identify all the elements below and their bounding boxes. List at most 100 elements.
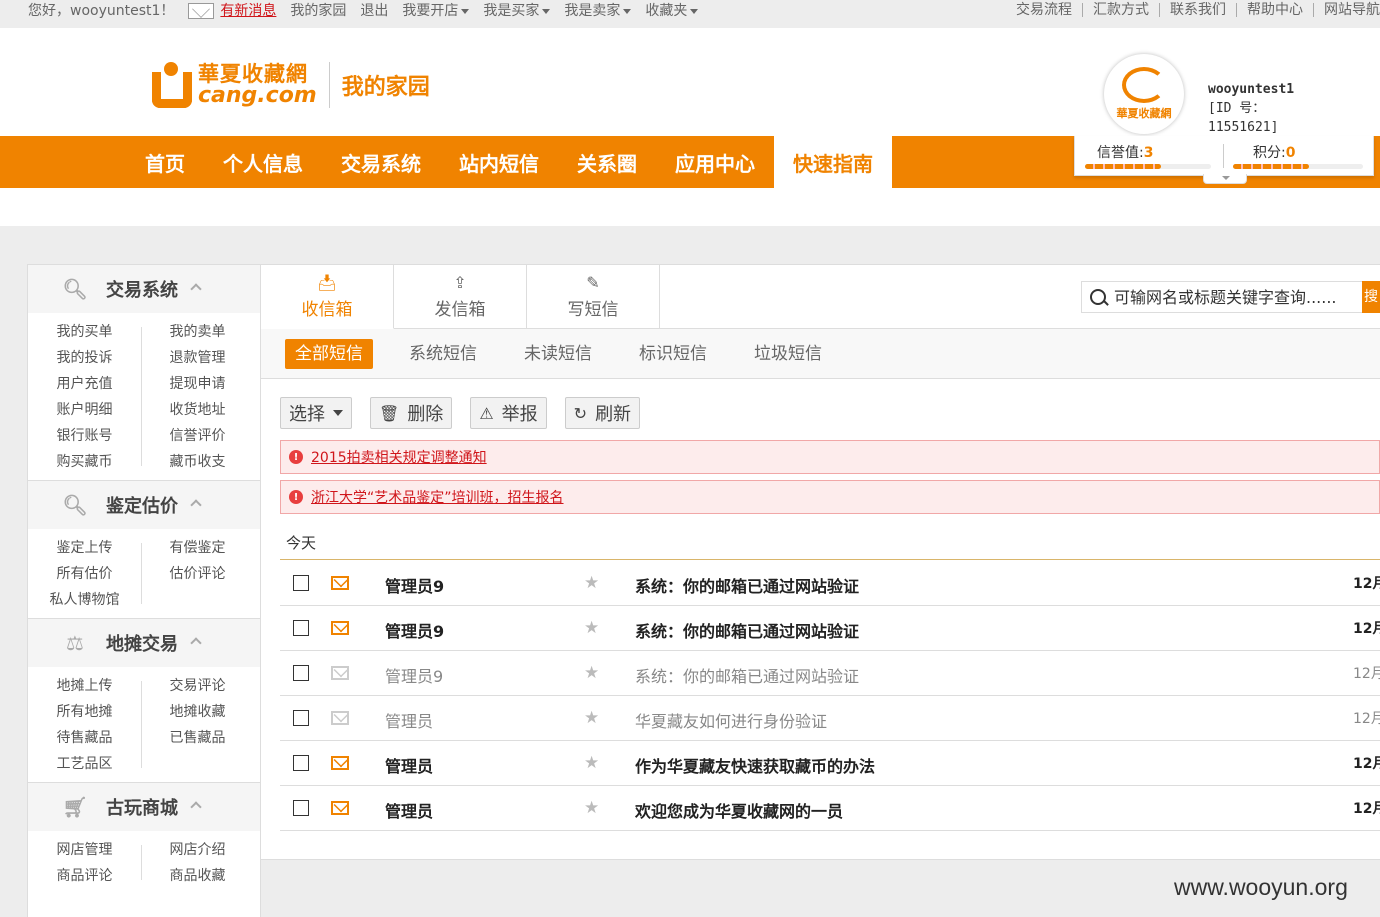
credit-expand-toggle[interactable] bbox=[1203, 174, 1247, 184]
sidebar-section-header[interactable]: 🛒︎ 古玩商城 bbox=[28, 783, 260, 831]
nav-home[interactable]: 首页 bbox=[126, 136, 204, 188]
sidebar-link[interactable]: 所有地摊 bbox=[28, 703, 141, 722]
row-checkbox[interactable] bbox=[293, 800, 309, 816]
trade-process-link[interactable]: 交易流程 bbox=[1006, 3, 1083, 17]
nav-relations[interactable]: 关系圈 bbox=[558, 136, 656, 188]
sidebar-link[interactable]: 工艺品区 bbox=[28, 755, 141, 774]
sidebar-link[interactable]: 待售藏品 bbox=[28, 729, 141, 748]
sidebar-link[interactable]: 提现申请 bbox=[141, 375, 254, 394]
sidebar-link[interactable]: 估价评论 bbox=[141, 565, 254, 584]
star-icon[interactable]: ★ bbox=[584, 618, 599, 638]
contact-link[interactable]: 联系我们 bbox=[1160, 3, 1237, 17]
nav-messages[interactable]: 站内短信 bbox=[440, 136, 558, 188]
open-shop-menu[interactable]: 我要开店 bbox=[402, 0, 470, 20]
sidebar-link[interactable]: 交易评论 bbox=[141, 677, 254, 696]
sidebar-link[interactable]: 商品收藏 bbox=[141, 867, 254, 886]
nav-quick-guide[interactable]: 快速指南 bbox=[774, 136, 892, 188]
row-checkbox[interactable] bbox=[293, 665, 309, 681]
message-subject[interactable]: 系统：你的邮箱已通过网站验证 bbox=[635, 618, 859, 642]
message-row[interactable]: 管理员 ★ 欢迎您成为华夏收藏网的一员 12月 bbox=[280, 786, 1380, 831]
star-icon[interactable]: ★ bbox=[584, 798, 599, 818]
message-sender[interactable]: 管理员 bbox=[385, 708, 433, 732]
seller-menu[interactable]: 我是卖家 bbox=[564, 0, 632, 20]
row-checkbox[interactable] bbox=[293, 710, 309, 726]
filter-all[interactable]: 全部短信 bbox=[285, 338, 373, 369]
message-subject[interactable]: 欢迎您成为华夏收藏网的一员 bbox=[635, 798, 843, 822]
sidebar-link[interactable]: 收货地址 bbox=[141, 401, 254, 420]
nav-profile[interactable]: 个人信息 bbox=[204, 136, 322, 188]
sidebar-link[interactable]: 购买藏币 bbox=[28, 453, 141, 472]
star-icon[interactable]: ★ bbox=[584, 663, 599, 683]
tab-compose[interactable]: ✎ 写短信 bbox=[527, 265, 660, 329]
new-message-label[interactable]: 有新消息 bbox=[220, 3, 276, 19]
row-checkbox[interactable] bbox=[293, 755, 309, 771]
site-nav-link[interactable]: 网站导航 bbox=[1314, 3, 1380, 17]
message-sender[interactable]: 管理员 bbox=[385, 753, 433, 777]
star-icon[interactable]: ★ bbox=[584, 708, 599, 728]
sidebar-link[interactable]: 银行账号 bbox=[28, 427, 141, 446]
filter-unread[interactable]: 未读短信 bbox=[524, 339, 592, 369]
sidebar-link[interactable]: 我的卖单 bbox=[141, 323, 254, 342]
logout-link[interactable]: 退出 bbox=[360, 0, 388, 20]
tab-outbox[interactable]: ⇪ 发信箱 bbox=[394, 265, 527, 329]
sidebar-link[interactable]: 我的买单 bbox=[28, 323, 141, 342]
site-logo[interactable]: 華夏收藏網 cang.com 我的家园 bbox=[150, 62, 430, 108]
notice-link[interactable]: 2015拍卖相关规定调整通知 bbox=[311, 447, 487, 467]
new-message-link[interactable]: 有新消息 bbox=[188, 0, 276, 20]
sidebar-link[interactable]: 私人博物馆 bbox=[28, 591, 141, 610]
sidebar-link[interactable]: 网店管理 bbox=[28, 841, 141, 860]
sidebar-link[interactable]: 账户明细 bbox=[28, 401, 141, 420]
refresh-button[interactable]: ↻ 刷新 bbox=[564, 397, 641, 429]
favorites-menu[interactable]: 收藏夹 bbox=[645, 0, 699, 20]
sidebar-section-header[interactable]: 🔍︎ 交易系统 bbox=[28, 265, 260, 313]
sidebar-link[interactable]: 网店介绍 bbox=[141, 841, 254, 860]
notice-link[interactable]: 浙江大学“艺术品鉴定”培训班，招生报名 bbox=[311, 487, 564, 507]
tab-inbox[interactable]: 📥︎ 收信箱 bbox=[261, 265, 394, 329]
filter-flagged[interactable]: 标识短信 bbox=[639, 339, 707, 369]
chevron-up-icon[interactable] bbox=[190, 801, 202, 813]
chevron-up-icon[interactable] bbox=[190, 637, 202, 649]
avatar[interactable]: 華夏收藏網 bbox=[1104, 54, 1184, 134]
chevron-up-icon[interactable] bbox=[190, 499, 202, 511]
sidebar-link[interactable]: 地摊上传 bbox=[28, 677, 141, 696]
message-subject[interactable]: 作为华夏藏友快速获取藏币的办法 bbox=[635, 753, 875, 777]
message-sender[interactable]: 管理员9 bbox=[385, 663, 443, 687]
filter-spam[interactable]: 垃圾短信 bbox=[754, 339, 822, 369]
message-sender[interactable]: 管理员 bbox=[385, 798, 433, 822]
chevron-up-icon[interactable] bbox=[190, 283, 202, 295]
help-link[interactable]: 帮助中心 bbox=[1237, 3, 1314, 17]
message-sender[interactable]: 管理员9 bbox=[385, 573, 444, 597]
sidebar-link[interactable]: 已售藏品 bbox=[141, 729, 254, 748]
sidebar-link[interactable]: 所有估价 bbox=[28, 565, 141, 584]
message-subject[interactable]: 系统：你的邮箱已通过网站验证 bbox=[635, 663, 859, 687]
my-home-link[interactable]: 我的家园 bbox=[290, 0, 346, 20]
sidebar-link[interactable]: 有偿鉴定 bbox=[141, 539, 254, 558]
sidebar-link[interactable]: 商品评论 bbox=[28, 867, 141, 886]
message-row[interactable]: 管理员9 ★ 系统：你的邮箱已通过网站验证 12月 bbox=[280, 561, 1380, 606]
message-row[interactable]: 管理员9 ★ 系统：你的邮箱已通过网站验证 12月 bbox=[280, 606, 1380, 651]
select-dropdown[interactable]: 选择 bbox=[280, 397, 352, 429]
buyer-menu[interactable]: 我是买家 bbox=[483, 0, 551, 20]
message-subject[interactable]: 系统：你的邮箱已通过网站验证 bbox=[635, 573, 859, 597]
message-sender[interactable]: 管理员9 bbox=[385, 618, 444, 642]
sidebar-section-header[interactable]: 🔍︎ 鉴定估价 bbox=[28, 481, 260, 529]
filter-system[interactable]: 系统短信 bbox=[409, 339, 477, 369]
sidebar-link[interactable]: 藏币收支 bbox=[141, 453, 254, 472]
message-subject[interactable]: 华夏藏友如何进行身份验证 bbox=[635, 708, 827, 732]
sidebar-link[interactable]: 地摊收藏 bbox=[141, 703, 254, 722]
star-icon[interactable]: ★ bbox=[584, 573, 599, 593]
sidebar-section-header[interactable]: ⚖ 地摊交易 bbox=[28, 619, 260, 667]
message-row[interactable]: 管理员 ★ 作为华夏藏友快速获取藏币的办法 12月 bbox=[280, 741, 1380, 786]
sidebar-link[interactable]: 退款管理 bbox=[141, 349, 254, 368]
report-button[interactable]: ⚠ 举报 bbox=[470, 397, 547, 429]
search-input[interactable] bbox=[1114, 287, 1354, 307]
sidebar-link[interactable]: 信誉评价 bbox=[141, 427, 254, 446]
search-button[interactable]: 搜索 bbox=[1362, 281, 1380, 313]
star-icon[interactable]: ★ bbox=[584, 753, 599, 773]
sidebar-link[interactable]: 用户充值 bbox=[28, 375, 141, 394]
delete-button[interactable]: 🗑︎ 删除 bbox=[370, 397, 453, 429]
remittance-link[interactable]: 汇款方式 bbox=[1083, 3, 1160, 17]
row-checkbox[interactable] bbox=[293, 620, 309, 636]
nav-trade[interactable]: 交易系统 bbox=[322, 136, 440, 188]
nav-apps[interactable]: 应用中心 bbox=[656, 136, 774, 188]
